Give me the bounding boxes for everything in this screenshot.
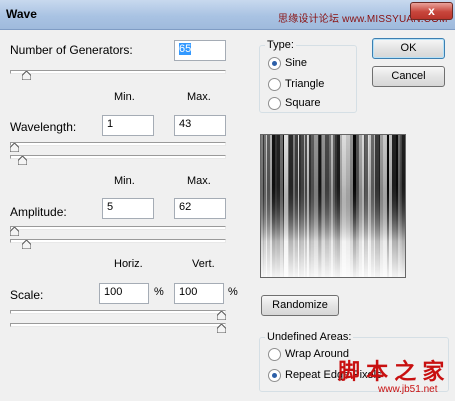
type-sine-radio[interactable] xyxy=(268,57,281,70)
wrap-around-radio[interactable] xyxy=(268,348,281,361)
vert-header: Vert. xyxy=(192,258,215,270)
amplitude-max-slider-track[interactable] xyxy=(10,239,226,243)
wavelength-max-input[interactable]: 43 xyxy=(174,115,226,136)
generators-value: 65 xyxy=(179,43,192,55)
ok-button[interactable]: OK xyxy=(372,38,445,59)
wave-preview-image xyxy=(261,135,405,277)
randomize-button[interactable]: Randomize xyxy=(261,295,339,316)
watermark-bottom: 脚 本 之 家 xyxy=(338,359,445,384)
amplitude-label: Amplitude: xyxy=(10,205,67,219)
scale-horiz-unit: % xyxy=(154,286,164,298)
wavelength-max-slider-thumb[interactable] xyxy=(18,156,28,165)
scale-vert-unit: % xyxy=(228,286,238,298)
repeat-edge-pixels-radio[interactable] xyxy=(268,369,281,382)
scale-vert-slider-track[interactable] xyxy=(10,323,226,327)
scale-vert-slider-thumb[interactable] xyxy=(217,324,226,333)
amplitude-max-input[interactable]: 62 xyxy=(174,198,226,219)
amplitude-max-slider-thumb[interactable] xyxy=(22,240,32,249)
scale-horiz-slider-thumb[interactable] xyxy=(217,311,226,320)
scale-horiz-input[interactable]: 100 xyxy=(99,283,149,304)
generators-slider-thumb[interactable] xyxy=(22,71,32,80)
wavelength-min-slider-thumb[interactable] xyxy=(10,143,19,152)
wavelength-min-slider-track[interactable] xyxy=(10,142,226,146)
wavelength-max-slider-track[interactable] xyxy=(10,155,226,159)
type-sine-label[interactable]: Sine xyxy=(285,57,307,69)
horiz-header: Horiz. xyxy=(114,258,143,270)
max-header: Max. xyxy=(187,91,211,103)
generators-input[interactable]: 65 xyxy=(174,40,226,61)
max-header-amplitude: Max. xyxy=(187,175,211,187)
type-triangle-label[interactable]: Triangle xyxy=(285,78,324,90)
type-square-radio[interactable] xyxy=(268,97,281,110)
min-header-amplitude: Min. xyxy=(114,175,135,187)
wave-preview xyxy=(260,134,406,278)
wavelength-label: Wavelength: xyxy=(10,120,77,134)
amplitude-min-slider-thumb[interactable] xyxy=(10,227,19,236)
type-group-label: Type: xyxy=(265,39,296,51)
title-bar: Wave 思缘设计论坛 www.MISSYUAN.COM x xyxy=(0,0,455,30)
type-square-label[interactable]: Square xyxy=(285,97,320,109)
scale-horiz-slider-track[interactable] xyxy=(10,310,226,314)
scale-vert-input[interactable]: 100 xyxy=(174,283,224,304)
undefined-areas-label: Undefined Areas: xyxy=(265,331,354,343)
close-button[interactable]: x xyxy=(410,2,453,20)
watermark-url: www.jb51.net xyxy=(378,384,438,395)
amplitude-min-slider-track[interactable] xyxy=(10,226,226,230)
type-triangle-radio[interactable] xyxy=(268,78,281,91)
wavelength-min-input[interactable]: 1 xyxy=(102,115,154,136)
scale-label: Scale: xyxy=(10,288,44,302)
generators-slider-track[interactable] xyxy=(10,70,226,74)
generators-label: Number of Generators: xyxy=(10,43,133,57)
amplitude-min-input[interactable]: 5 xyxy=(102,198,154,219)
window-title: Wave xyxy=(6,7,37,21)
cancel-button[interactable]: Cancel xyxy=(372,66,445,87)
min-header: Min. xyxy=(114,91,135,103)
